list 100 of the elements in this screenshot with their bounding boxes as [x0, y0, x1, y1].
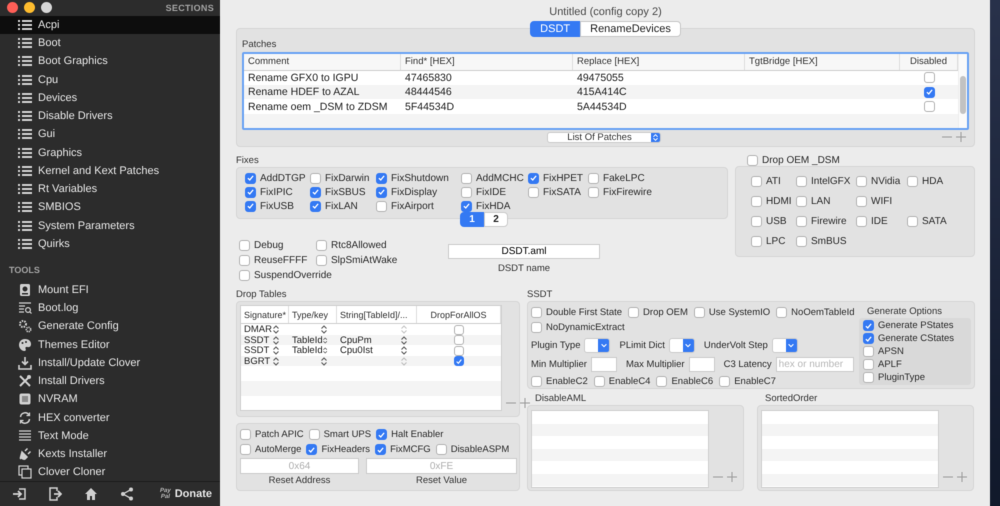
list-box[interactable] — [531, 410, 709, 488]
sidebar-item[interactable]: Devices — [0, 88, 220, 108]
checkbox[interactable] — [375, 444, 386, 455]
sidebar-item[interactable]: Kernel and Kext Patches — [0, 162, 220, 180]
checkbox[interactable] — [239, 270, 250, 281]
page-button[interactable]: 1 — [460, 212, 484, 227]
sidebar-item[interactable]: Quirks — [0, 234, 220, 254]
reset-value-field[interactable]: 0xFE — [366, 458, 517, 474]
stepper-icon[interactable] — [401, 336, 407, 344]
checkbox[interactable] — [796, 236, 807, 247]
list-popup[interactable]: List Of Patches — [547, 132, 661, 142]
checkbox[interactable] — [376, 172, 387, 184]
column-header[interactable]: DropForAllOS — [417, 306, 501, 323]
sidebar-item[interactable]: Clover Cloner — [0, 463, 220, 482]
checkbox[interactable] — [863, 359, 874, 370]
checkbox[interactable] — [239, 255, 250, 266]
input-field[interactable] — [688, 356, 715, 372]
stepper-icon[interactable] — [322, 346, 327, 355]
checkbox[interactable] — [528, 172, 539, 184]
plus-icon[interactable] — [727, 472, 737, 482]
checkbox[interactable] — [747, 155, 758, 166]
checkbox[interactable] — [240, 429, 251, 440]
plus-icon[interactable] — [957, 472, 967, 482]
checkbox[interactable] — [376, 186, 387, 198]
checkbox[interactable] — [751, 236, 762, 247]
checkbox[interactable] — [436, 444, 447, 455]
checkbox[interactable] — [316, 240, 327, 251]
column-header[interactable]: Comment — [244, 54, 401, 70]
checkbox[interactable] — [628, 306, 640, 318]
minimize-button[interactable] — [24, 2, 35, 14]
checkbox[interactable] — [796, 196, 807, 207]
sidebar-item[interactable]: NVRAM — [0, 390, 220, 408]
checkbox[interactable] — [907, 176, 918, 187]
column-header[interactable]: Replace [HEX] — [573, 54, 745, 70]
checkbox[interactable] — [924, 72, 934, 84]
checkbox[interactable] — [751, 196, 762, 207]
sidebar-item[interactable]: Boot — [0, 34, 220, 52]
page-button[interactable]: 2 — [484, 212, 508, 227]
sidebar-item[interactable]: Generate Config — [0, 317, 220, 336]
checkbox[interactable] — [751, 216, 762, 227]
checkbox[interactable] — [924, 101, 934, 112]
checkbox[interactable] — [461, 186, 472, 198]
stepper-icon[interactable] — [273, 346, 279, 355]
column-header[interactable]: Type/key — [289, 306, 337, 323]
checkbox[interactable] — [531, 376, 542, 388]
sidebar-item[interactable]: System Parameters — [0, 216, 220, 235]
stepper-icon[interactable] — [273, 356, 279, 366]
checkbox[interactable] — [863, 346, 874, 357]
checkbox[interactable] — [308, 429, 320, 440]
input-field[interactable] — [590, 356, 617, 372]
dropdown[interactable] — [584, 338, 610, 353]
dropdown[interactable] — [668, 338, 695, 353]
checkbox[interactable] — [245, 200, 256, 212]
checkbox[interactable] — [461, 172, 472, 184]
sidebar-item[interactable]: Gui — [0, 125, 220, 144]
checkbox[interactable] — [856, 176, 867, 187]
checkbox[interactable] — [863, 333, 874, 344]
checkbox[interactable] — [376, 200, 387, 212]
close-button[interactable] — [7, 2, 18, 14]
sidebar-item[interactable]: Themes Editor — [0, 335, 220, 354]
dropdown[interactable] — [772, 338, 798, 353]
checkbox[interactable] — [776, 306, 788, 318]
column-header[interactable]: Find* [HEX] — [401, 54, 573, 70]
zoom-button[interactable] — [41, 2, 52, 14]
checkbox[interactable] — [454, 356, 464, 366]
checkbox[interactable] — [531, 306, 542, 318]
checkbox[interactable] — [310, 172, 321, 184]
dsdt-name-field[interactable]: DSDT.aml — [448, 244, 600, 259]
sidebar-item[interactable]: HEX converter — [0, 408, 220, 427]
checkbox[interactable] — [528, 186, 539, 198]
plus-icon[interactable] — [520, 398, 530, 408]
tab[interactable]: RenameDevices — [580, 21, 681, 37]
checkbox[interactable] — [316, 255, 327, 266]
sidebar-item[interactable]: Install/Update Clover — [0, 354, 220, 372]
checkbox[interactable] — [751, 176, 762, 187]
checkbox[interactable] — [454, 324, 464, 334]
stepper-icon[interactable] — [321, 325, 327, 334]
stepper-icon[interactable] — [322, 336, 327, 344]
checkbox[interactable] — [796, 216, 807, 227]
checkbox[interactable] — [310, 200, 321, 212]
checkbox[interactable] — [461, 200, 472, 212]
checkbox[interactable] — [454, 335, 464, 345]
sidebar-item[interactable]: Graphics — [0, 144, 220, 162]
sidebar-item[interactable]: Text Mode — [0, 426, 220, 445]
plus-icon[interactable] — [956, 132, 966, 142]
checkbox[interactable] — [588, 186, 599, 198]
checkbox[interactable] — [856, 216, 867, 227]
sidebar-item[interactable]: Rt Variables — [0, 180, 220, 198]
checkbox[interactable] — [907, 216, 918, 227]
stepper-icon[interactable] — [401, 346, 407, 355]
checkbox[interactable] — [310, 186, 321, 198]
checkbox[interactable] — [240, 444, 251, 455]
sidebar-item[interactable]: Boot.log — [0, 298, 220, 318]
sidebar-item[interactable]: Disable Drivers — [0, 107, 220, 126]
list-box[interactable] — [761, 410, 939, 488]
sidebar-item[interactable]: Boot Graphics — [0, 52, 220, 71]
column-header[interactable]: TgtBridge [HEX] — [745, 54, 900, 70]
sidebar-item[interactable]: Cpu — [0, 70, 220, 89]
stepper-icon[interactable] — [273, 325, 279, 334]
checkbox[interactable] — [863, 372, 874, 383]
